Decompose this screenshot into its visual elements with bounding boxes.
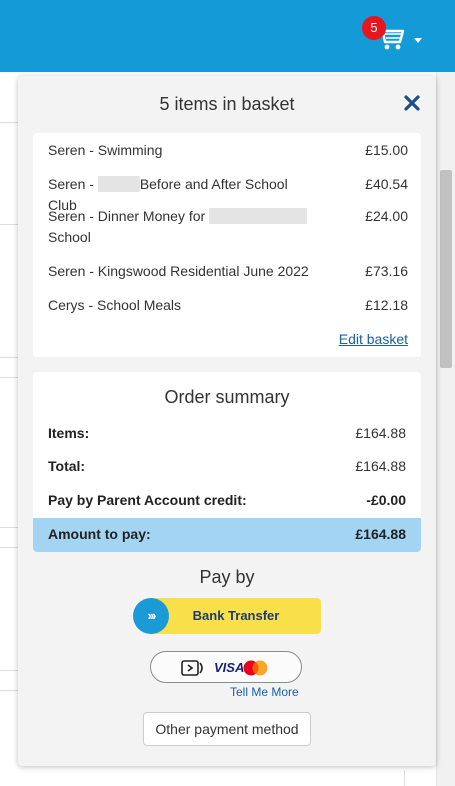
visa-logo: VISA	[214, 660, 245, 675]
bg-divider	[0, 527, 18, 528]
basket-item-price: £24.00	[365, 208, 408, 224]
card-payment-button[interactable]: VISA	[150, 651, 302, 683]
bank-transfer-label: Bank Transfer	[192, 608, 280, 623]
bg-divider	[404, 770, 405, 786]
basket-item-price: £40.54	[365, 176, 408, 192]
basket-item-name: Seren - Dinner Money for School	[48, 206, 318, 248]
summary-items-label: Items:	[48, 425, 90, 441]
other-payment-method-button[interactable]: Other payment method	[143, 712, 311, 746]
summary-row-credit: Pay by Parent Account credit: -£0.00	[33, 484, 421, 518]
basket-item-name: Cerys - School Meals	[48, 297, 182, 313]
basket-title: 5 items in basket	[159, 94, 295, 114]
summary-row-total: Total: £164.88	[33, 450, 421, 484]
bank-transfer-button[interactable]: Bank Transfer ›››	[133, 598, 321, 634]
edit-basket-link[interactable]: Edit basket	[339, 331, 408, 347]
basket-item-name-line2: School	[48, 229, 91, 245]
contactless-card-icon	[181, 660, 203, 676]
basket-dropdown-panel: 5 items in basket Seren - Swimming £15.0…	[18, 76, 436, 766]
chevrons-right-icon: ›››	[133, 598, 169, 634]
bg-divider	[0, 122, 18, 123]
order-summary-title: Order summary	[164, 387, 290, 407]
summary-total-label: Total:	[48, 458, 86, 474]
amount-to-pay-label: Amount to pay:	[48, 526, 151, 542]
summary-credit-label: Pay by Parent Account credit:	[48, 492, 247, 508]
tell-me-more-link[interactable]: Tell Me More	[230, 685, 299, 699]
basket-item-name-prefix: Seren -	[48, 176, 98, 192]
basket-item-name-prefix: Seren - Dinner Money for	[48, 208, 210, 224]
cart-count-badge: 5	[362, 16, 386, 40]
summary-total-value: £164.88	[355, 458, 406, 474]
basket-item-name: Seren - Swimming	[48, 142, 163, 158]
bg-divider	[0, 670, 18, 671]
basket-item-price: £73.16	[365, 263, 408, 279]
basket-button[interactable]: 5	[362, 16, 432, 56]
summary-row-items: Items: £164.88	[33, 417, 421, 451]
top-header-bar: 5	[0, 0, 455, 72]
page-scrollbar-thumb[interactable]	[440, 170, 452, 368]
bg-divider	[0, 547, 18, 548]
mastercard-logo-icon	[243, 660, 268, 676]
summary-row-amount-to-pay: Amount to pay: £164.88	[33, 518, 421, 552]
basket-item-name: Seren - Kingswood Residential June 2022	[48, 263, 309, 279]
basket-item-price: £12.18	[365, 297, 408, 313]
basket-item-price: £15.00	[365, 142, 408, 158]
close-icon[interactable]	[402, 93, 422, 113]
redacted-text	[97, 176, 140, 192]
pay-by-title: Pay by	[199, 567, 255, 587]
order-summary-card: Order summary Items: £164.88 Total: £164…	[33, 372, 421, 552]
bg-divider	[0, 224, 18, 225]
redacted-text	[209, 208, 308, 224]
basket-items-card: Seren - Swimming £15.00 Seren - Before a…	[33, 133, 421, 357]
bg-divider	[0, 377, 18, 378]
caret-down-icon	[414, 38, 422, 43]
bg-divider	[0, 357, 18, 358]
bg-divider	[0, 690, 18, 691]
amount-to-pay-value: £164.88	[355, 526, 406, 542]
summary-credit-value: -£0.00	[366, 492, 406, 508]
summary-items-value: £164.88	[355, 425, 406, 441]
